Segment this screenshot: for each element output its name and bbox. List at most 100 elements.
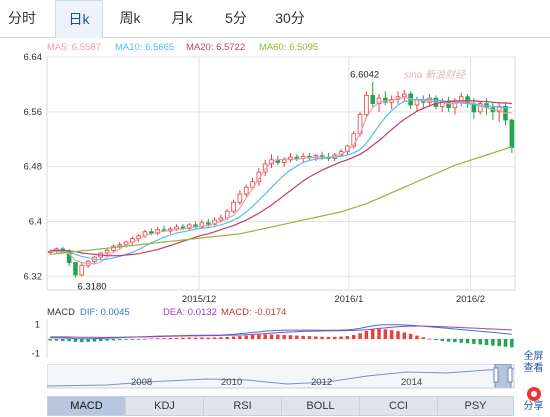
- macd-bar: [503, 339, 508, 347]
- navigator-handle-left[interactable]: [493, 367, 499, 383]
- indicator-tab-bar: MACD KDJ RSI BOLL CCI PSY: [47, 396, 514, 416]
- macd-bar: [415, 335, 419, 339]
- macd-y-tick-label: -1: [32, 348, 40, 359]
- macd-bar: [48, 339, 52, 341]
- macd-bar: [453, 339, 457, 343]
- macd-bar: [80, 339, 84, 343]
- tab-monthly-k[interactable]: 月k: [160, 0, 204, 37]
- macd-bar: [124, 339, 128, 340]
- tab-macd[interactable]: MACD: [48, 397, 126, 415]
- share-button[interactable]: 分享: [519, 387, 548, 413]
- macd-bar: [187, 337, 192, 339]
- macd-bar: [225, 337, 229, 339]
- macd-bar: [174, 337, 179, 339]
- macd-bar: [434, 339, 438, 341]
- macd-bar: [389, 330, 394, 339]
- candle-body: [224, 210, 230, 219]
- macd-bar: [396, 331, 400, 339]
- tab-rsi[interactable]: RSI: [204, 397, 282, 415]
- macd-bar: [351, 335, 356, 339]
- candle-body: [509, 119, 515, 148]
- tab-fenshi[interactable]: 分时: [0, 0, 44, 37]
- ma-line-ma60: [50, 145, 513, 255]
- macd-bar: [358, 333, 362, 339]
- macd-bar: [314, 336, 318, 339]
- macd-bar: [484, 339, 489, 345]
- candle-body: [402, 93, 407, 98]
- macd-bar: [257, 334, 261, 339]
- macd-bar: [162, 338, 166, 339]
- navigator-handle-right[interactable]: [507, 367, 513, 383]
- x-tick-label: 2015/12: [182, 294, 216, 305]
- weibo-icon: [526, 387, 541, 401]
- ma-line-ma5: [50, 96, 512, 265]
- tab-5min[interactable]: 5分: [214, 0, 258, 37]
- macd-bar: [168, 338, 173, 339]
- candle-body: [205, 222, 211, 225]
- tab-psy[interactable]: PSY: [438, 397, 513, 415]
- macd-bar: [339, 336, 343, 339]
- y-tick-label: 6.56: [24, 107, 43, 118]
- macd-bar: [370, 329, 375, 339]
- macd-bar: [200, 337, 204, 339]
- macd-bar: [345, 336, 350, 339]
- candle-body: [104, 249, 110, 254]
- macd-bar: [212, 337, 217, 339]
- macd-bar: [67, 339, 71, 342]
- x-tick-label: 2016/1: [334, 294, 363, 305]
- plot-border: [46, 56, 516, 291]
- macd-bar: [193, 337, 198, 339]
- macd-bar: [320, 336, 324, 339]
- macd-bar: [491, 339, 495, 346]
- share-label: 分享: [523, 401, 544, 412]
- range-navigator[interactable]: 2008 2010 2012 2014: [47, 364, 515, 394]
- macd-bar: [117, 339, 122, 341]
- candle-body: [465, 96, 470, 104]
- navigator-year-2012: 2012: [311, 377, 332, 388]
- macd-bar: [149, 338, 154, 340]
- tab-kdj[interactable]: KDJ: [126, 397, 204, 415]
- candle-body: [218, 217, 224, 221]
- macd-bar: [282, 335, 286, 339]
- tab-daily-k[interactable]: 日k: [55, 0, 103, 38]
- macd-bar: [364, 331, 369, 339]
- candlestick-chart[interactable]: 6.32 6.4 6.48 6.56 6.64 2015/12 2016/1 2016/2 6…: [0, 50, 520, 305]
- macd-bar: [472, 339, 476, 344]
- macd-bar: [244, 335, 248, 339]
- macd-bar: [136, 339, 141, 340]
- macd-bar: [295, 335, 299, 339]
- macd-bar: [408, 333, 413, 339]
- navigator-year-2010: 2010: [221, 377, 242, 388]
- tab-cci[interactable]: CCI: [360, 397, 438, 415]
- candle-body: [79, 264, 85, 276]
- high-annotation: 6.6042: [350, 70, 379, 81]
- macd-bar: [288, 335, 293, 339]
- macd-chart[interactable]: 1 -1: [0, 317, 520, 362]
- tab-30min[interactable]: 30分: [268, 0, 312, 37]
- candle-body: [117, 244, 123, 247]
- fullscreen-button[interactable]: 全屏 查看: [519, 351, 548, 375]
- navigator-year-2014: 2014: [401, 377, 422, 388]
- candle-body: [237, 193, 243, 203]
- macd-bar: [402, 332, 407, 339]
- macd-bar: [377, 329, 381, 339]
- navigator-year-2008: 2008: [131, 377, 152, 388]
- macd-bar: [383, 329, 388, 339]
- candle-body: [370, 94, 376, 104]
- macd-bar: [238, 336, 242, 339]
- sina-watermark: sina 新浪财经: [404, 70, 466, 81]
- macd-bar: [301, 335, 305, 339]
- macd-bar: [326, 336, 331, 339]
- macd-bar: [130, 339, 135, 340]
- candle-body: [294, 156, 300, 159]
- macd-y-tick-label: 1: [35, 320, 40, 331]
- candle-body: [364, 94, 369, 115]
- candle-body: [281, 159, 287, 163]
- macd-bar: [250, 335, 255, 339]
- candle-body: [243, 186, 249, 195]
- macd-bar: [231, 336, 236, 339]
- macd-bar: [111, 339, 116, 341]
- tab-weekly-k[interactable]: 周k: [108, 0, 152, 37]
- tab-boll[interactable]: BOLL: [282, 397, 360, 415]
- macd-bar: [219, 337, 223, 339]
